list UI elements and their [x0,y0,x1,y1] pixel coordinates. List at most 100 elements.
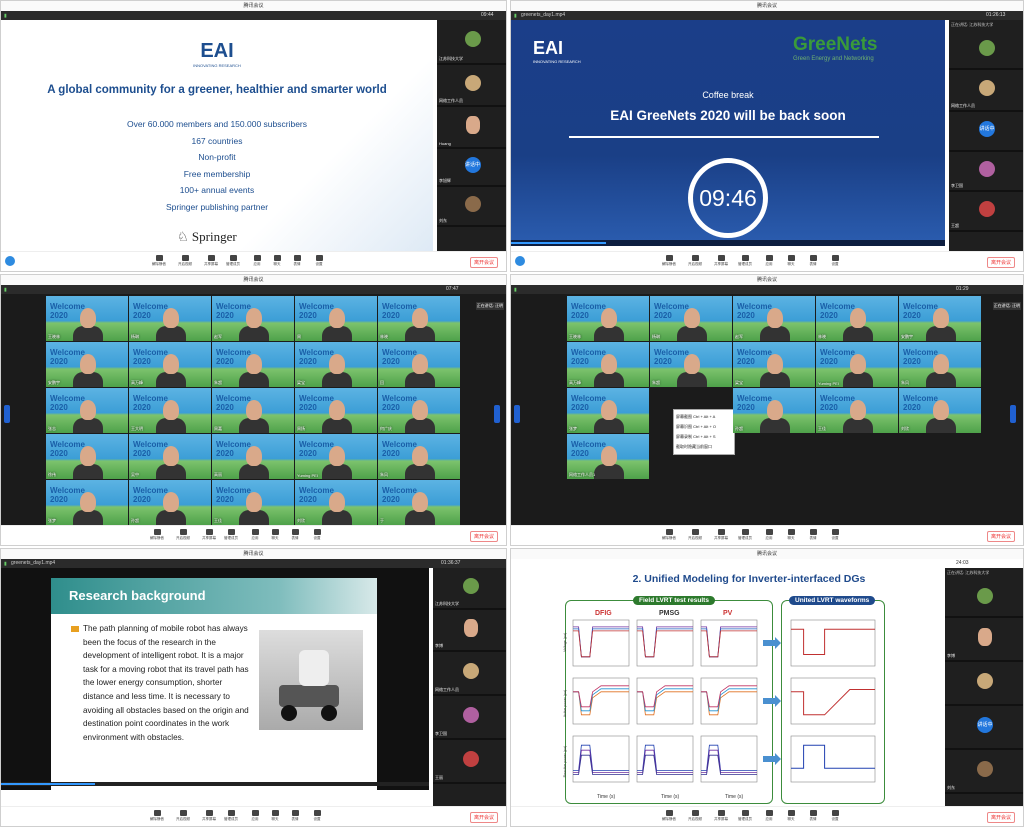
participant-tile[interactable]: Welcome 2020 安鹏宇 [899,296,981,341]
chat-button[interactable]: 聊天 [783,255,799,267]
participant-tile[interactable]: Welcome 2020 林晓 [378,296,460,341]
leave-meeting-button[interactable]: 离开会议 [469,257,498,268]
emoji-button[interactable]: 表情 [287,529,303,541]
chat-button[interactable]: 聊天 [783,810,799,822]
participant-tile[interactable]: Welcome 2020 赵军 [212,296,294,341]
participant-tile[interactable]: Welcome 2020 张梦 [567,388,649,433]
participant-tile[interactable]: Welcome 2020 Yuming PEI [816,342,898,387]
video-button[interactable]: 开启视频 [687,529,703,541]
video-button[interactable]: 开启视频 [175,810,191,822]
participant-tile[interactable]: Welcome 2020 孙超 [733,388,815,433]
participant-tile[interactable]: Welcome 2020 周 [295,296,377,341]
share-screen-button[interactable]: 共享屏幕 [713,255,729,267]
emoji-button[interactable]: 表情 [287,810,303,822]
next-page-arrow[interactable] [494,405,500,423]
participant-tile[interactable]: Welcome 2020 刘欣 [899,388,981,433]
participant-tile[interactable]: Welcome 2020 高丽 [212,434,294,479]
participant-tile[interactable]: Welcome 2020 王佳 [816,388,898,433]
participant-tile[interactable]: Welcome 2020 孙超 [129,480,211,525]
participant-tile[interactable]: Welcome 2020 朱风 [378,434,460,479]
mute-button[interactable]: 解除静音 [149,810,165,822]
emoji-button[interactable]: 表情 [805,810,821,822]
participant-tile[interactable]: Welcome 2020 王晓林 [46,296,128,341]
participant-tile[interactable]: Welcome 2020 王佳 [212,480,294,525]
participant-tile[interactable]: Welcome 2020 刘欣 [295,480,377,525]
video-button[interactable]: 开启视频 [687,810,703,822]
members-button[interactable]: 管理成员 [737,810,753,822]
participant-tile[interactable]: Welcome 2020 杨琳 [129,296,211,341]
participant-tile[interactable]: Welcome 2020 赵军 [733,296,815,341]
participant-tile[interactable]: Welcome 2020 回 [378,342,460,387]
settings-button[interactable]: 设置 [309,810,325,822]
participant-tile[interactable]: Welcome 2020 朱超 [650,342,732,387]
settings-button[interactable]: 设置 [827,529,843,541]
participant-tile[interactable]: Welcome 2020 周扬 [295,388,377,433]
leave-meeting-button[interactable]: 离开会议 [986,531,1015,542]
video-button[interactable]: 开启视频 [175,529,191,541]
apps-button[interactable]: 应用 [247,810,263,822]
menu-item-screenshot[interactable]: 屏幕截图 Ctrl + Alt + A [676,412,732,422]
participant-tile[interactable]: Welcome 2020 徐伟 [46,434,128,479]
participant-tile[interactable]: Welcome 2020 林晓 [816,296,898,341]
participant-tile[interactable]: Welcome 2020 王大明 [129,388,211,433]
leave-meeting-button[interactable]: 离开会议 [469,812,498,823]
members-button[interactable]: 管理成员 [223,810,239,822]
mute-button[interactable]: 解除静音 [661,255,677,267]
participant-tile[interactable]: Welcome 2020 高万峰 [129,342,211,387]
members-button[interactable]: 管理成员 [737,529,753,541]
participant-tile[interactable]: Welcome 2020 于 [378,480,460,525]
mute-button[interactable]: 解除静音 [661,529,677,541]
prev-page-arrow[interactable] [514,405,520,423]
participant-tile[interactable]: Welcome 2020 高万峰 [567,342,649,387]
participant-tile[interactable]: Welcome 2020 周嘉 [212,388,294,433]
mute-button[interactable]: 解除静音 [149,529,165,541]
share-screen-button[interactable]: 共享屏幕 [713,529,729,541]
participant-tile[interactable]: Welcome 2020 网络工作人员1 [567,434,649,479]
emoji-button[interactable]: 表情 [289,255,305,267]
chat-button[interactable]: 聊天 [267,810,283,822]
chat-button[interactable]: 聊天 [783,529,799,541]
participant-tile[interactable]: Welcome 2020 朱超 [212,342,294,387]
share-screen-button[interactable]: 共享屏幕 [201,529,217,541]
chat-button[interactable]: 聊天 [269,255,285,267]
emoji-button[interactable]: 表情 [805,529,821,541]
participant-tile[interactable]: Welcome 2020 吴中 [129,434,211,479]
settings-button[interactable]: 设置 [309,529,325,541]
participant-tile[interactable]: Welcome 2020 何广庆 [378,388,460,433]
settings-button[interactable]: 设置 [827,810,843,822]
next-page-arrow[interactable] [1010,405,1016,423]
video-progress-bar[interactable] [1,782,429,786]
members-button[interactable]: 管理成员 [223,529,239,541]
leave-meeting-button[interactable]: 离开会议 [469,531,498,542]
participant-tile[interactable]: Welcome 2020 张志 [46,388,128,433]
video-progress-bar[interactable] [511,240,945,246]
share-screen-button[interactable]: 共享屏幕 [713,810,729,822]
leave-meeting-button[interactable]: 离开会议 [986,257,1015,268]
apps-button[interactable]: 应用 [247,529,263,541]
apps-button[interactable]: 应用 [249,255,265,267]
settings-button[interactable]: 设置 [827,255,843,267]
mute-button[interactable]: 解除静音 [151,255,167,267]
chat-button[interactable]: 聊天 [267,529,283,541]
settings-button[interactable]: 设置 [311,255,327,267]
menu-item-ocr[interactable]: 屏幕识图 Ctrl + Alt + O [676,422,732,432]
participant-tile[interactable]: Welcome 2020 梁宝 [295,342,377,387]
share-screen-button[interactable]: 共享屏幕 [201,810,217,822]
leave-meeting-button[interactable]: 离开会议 [986,812,1015,823]
emoji-button[interactable]: 表情 [805,255,821,267]
prev-page-arrow[interactable] [4,405,10,423]
participant-tile[interactable]: Welcome 2020 王晓林 [567,296,649,341]
share-screen-button[interactable]: 共享屏幕 [203,255,219,267]
participant-tile[interactable]: Welcome 2020 张梦 [46,480,128,525]
participant-tile[interactable]: Welcome 2020 Yuming PEI [295,434,377,479]
menu-item-hide[interactable]: 截取时隐藏当前窗口 [676,442,732,452]
mute-button[interactable]: 解除静音 [661,810,677,822]
apps-button[interactable]: 应用 [761,810,777,822]
video-button[interactable]: 开启视频 [687,255,703,267]
participant-tile[interactable]: Welcome 2020 杨琳 [650,296,732,341]
apps-button[interactable]: 应用 [761,255,777,267]
video-button[interactable]: 开启视频 [177,255,193,267]
participant-tile[interactable]: Welcome 2020 朱风 [899,342,981,387]
menu-item-record[interactable]: 屏幕录制 Ctrl + Alt + S [676,432,732,442]
apps-button[interactable]: 应用 [761,529,777,541]
